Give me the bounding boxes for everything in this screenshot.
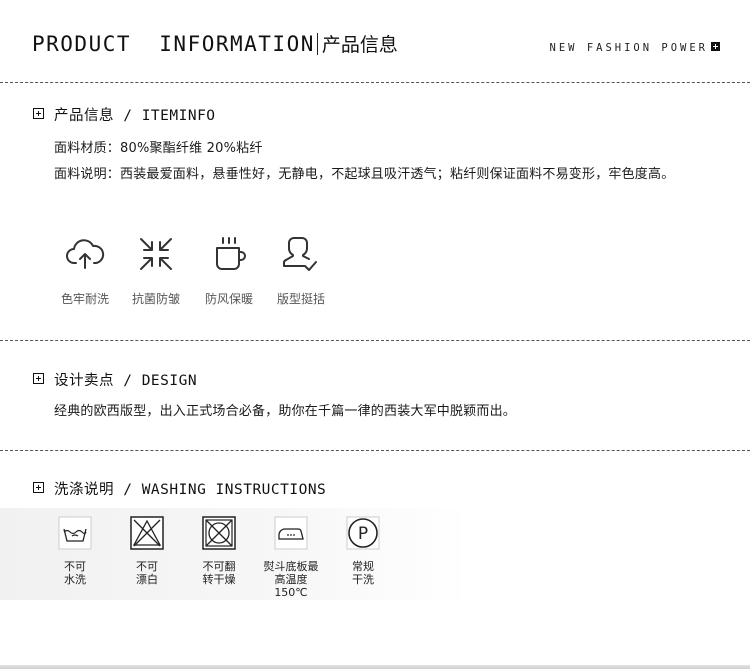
wash-item-no-tumble-dry: 不可翻 转干燥 — [189, 516, 249, 586]
feature-label: 抗菌防皱 — [131, 292, 180, 306]
svg-text:P: P — [358, 524, 368, 544]
dry-clean-p-icon: P — [346, 516, 380, 550]
feature-warm: 防风保暖 — [194, 234, 264, 307]
plus-box-icon — [33, 108, 44, 119]
wash-item-hand-wash: 不可 水洗 — [45, 516, 105, 586]
wash-label: 不可 漂白 — [117, 560, 177, 586]
material-text: 面料材质：80%聚酯纤维 20%粘纤 — [54, 141, 263, 156]
wash-label-line2: 漂白 — [136, 573, 158, 586]
title-chinese: 产品信息 — [321, 34, 398, 56]
wash-label-line1: 常规 — [352, 560, 374, 573]
page-title: PRODUCT INFORMATION 产品信息 — [32, 30, 398, 57]
wash-label: 不可 水洗 — [45, 560, 105, 586]
plus-square-icon — [711, 42, 720, 51]
wash-label: 不可翻 转干燥 — [189, 560, 249, 586]
wash-item-iron: 熨斗底板最 高温度150℃ — [261, 516, 321, 599]
feature-antiwrinkle: 抗菌防皱 — [121, 234, 191, 307]
divider — [0, 340, 750, 341]
title-english: PRODUCT INFORMATION — [32, 32, 315, 56]
wash-item-dry-clean: P 常规 干洗 — [333, 516, 393, 586]
divider — [0, 450, 750, 451]
cloud-upload-icon — [66, 239, 105, 269]
user-check-icon — [283, 237, 317, 271]
wash-label: 熨斗底板最 高温度150℃ — [261, 560, 321, 599]
bottom-border — [0, 665, 750, 669]
section-title-design: 设计卖点 / DESIGN — [54, 373, 198, 389]
feature-label: 防风保暖 — [204, 292, 253, 306]
feature-label: 色牢耐洗 — [60, 292, 109, 306]
feature-shape: 版型挺括 — [266, 234, 336, 307]
plus-box-icon — [33, 482, 44, 493]
section-title-washing: 洗涤说明 / WASHING INSTRUCTIONS — [54, 482, 327, 498]
hand-wash-icon — [58, 516, 92, 550]
title-divider — [316, 33, 318, 55]
divider — [0, 82, 750, 83]
wash-label-line2: 高温度150℃ — [274, 573, 308, 599]
feature-colorfast: 色牢耐洗 — [50, 234, 120, 307]
no-bleach-icon — [130, 516, 164, 550]
wash-label-line1: 熨斗底板最 — [263, 560, 319, 573]
wash-label-line2: 转干燥 — [202, 573, 236, 586]
brand-tagline: NEW FASHION POWER — [550, 42, 720, 54]
no-tumble-dry-icon — [202, 516, 236, 550]
shrink-arrows-icon — [140, 238, 172, 270]
wash-label-line2: 干洗 — [352, 573, 374, 586]
feature-label: 版型挺括 — [276, 292, 325, 306]
wash-label: 常规 干洗 — [333, 560, 393, 586]
wash-label-line2: 水洗 — [64, 573, 86, 586]
wash-label-line1: 不可 — [136, 560, 158, 573]
plus-box-icon — [33, 373, 44, 384]
wash-item-no-bleach: 不可 漂白 — [117, 516, 177, 586]
iron-icon — [274, 516, 308, 550]
wash-label-line1: 不可翻 — [202, 560, 236, 573]
design-text: 经典的欧西版型，出入正式场合必备，助你在千篇一律的西装大军中脱颖而出。 — [54, 404, 517, 419]
fabric-description: 面料说明：西装最爱面料，悬垂性好，无静电，不起球且吸汗透气；粘纤则保证面料不易变… — [54, 167, 675, 182]
hot-cup-icon — [216, 237, 246, 270]
wash-label-line1: 不可 — [64, 560, 86, 573]
tagline-text: NEW FASHION POWER — [549, 42, 708, 54]
section-title-info: 产品信息 / ITEMINFO — [54, 108, 216, 124]
